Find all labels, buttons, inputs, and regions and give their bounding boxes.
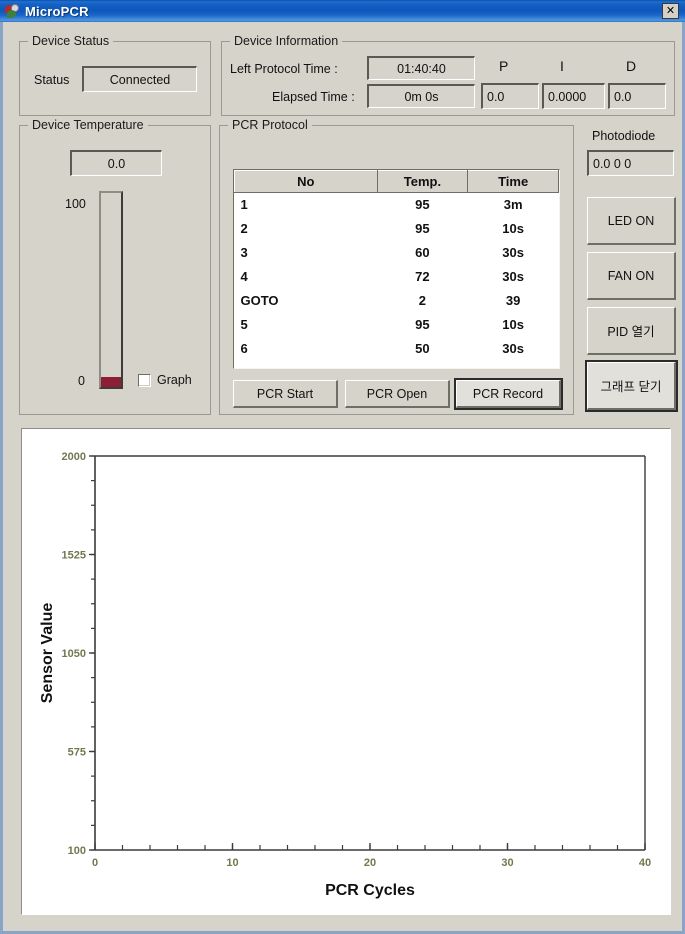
p-label: P [499,58,509,74]
pcr-protocol-legend: PCR Protocol [228,118,312,132]
svg-text:1050: 1050 [62,648,86,660]
svg-text:2000: 2000 [62,451,86,463]
gauge-min-label: 0 [78,374,85,388]
pcr-protocol-group: PCR Protocol No Temp. Time 1 95 3m 2 95 … [219,118,574,415]
table-row[interactable]: 3 60 30s [235,241,559,265]
cell-no: 4 [240,269,248,284]
close-icon[interactable]: ✕ [662,3,679,19]
p-value-field[interactable]: 0.0 [481,83,539,109]
gauge-max-label: 100 [65,197,86,211]
device-information-group: Device Information Left Protocol Time : … [221,34,675,116]
cell-temp: 2 [418,293,427,308]
cell-no: 6 [240,341,248,356]
svg-text:Sensor Value: Sensor Value [39,603,56,704]
cell-no: 3 [240,245,248,260]
graph-checkbox[interactable]: Graph [138,373,192,387]
svg-text:20: 20 [364,857,376,869]
cell-temp: 95 [415,317,430,332]
device-information-legend: Device Information [230,34,343,48]
d-value-field[interactable]: 0.0 [608,83,666,109]
window-title: MicroPCR [25,3,89,19]
title-bar: MicroPCR ✕ [0,0,685,22]
left-protocol-time-label: Left Protocol Time : [230,62,338,76]
column-header-temp[interactable]: Temp. [376,170,469,193]
column-header-time[interactable]: Time [467,170,559,193]
elapsed-time-value: 0m 0s [367,84,475,108]
table-row[interactable]: 1 95 3m [235,193,559,217]
pcr-open-button[interactable]: PCR Open [345,380,450,408]
pcr-start-button[interactable]: PCR Start [233,380,338,408]
d-label: D [626,58,637,74]
device-temperature-group: Device Temperature 0.0 100 0 Graph [19,118,211,415]
sensor-chart[interactable]: 100 575 1050 1525 2000 0 10 20 30 40 PCR Cycles Sen… [22,429,670,914]
svg-text:30: 30 [501,857,513,869]
device-status-legend: Device Status [28,34,114,48]
cell-temp: 72 [415,269,430,284]
svg-text:0: 0 [92,857,98,869]
app-icon [4,3,20,19]
table-row[interactable]: 6 50 30s [235,337,559,361]
table-body: 1 95 3m 2 95 10s 3 60 30s 4 72 30s GOTO … [235,193,559,361]
pcr-record-button[interactable]: PCR Record [454,378,563,410]
led-on-button[interactable]: LED ON [587,197,676,245]
i-value-field[interactable]: 0.0000 [542,83,605,109]
svg-text:PCR Cycles: PCR Cycles [325,882,415,899]
svg-text:575: 575 [68,747,86,759]
cell-time: 10s [502,317,524,332]
pid-open-button[interactable]: PID 열기 [587,307,676,355]
sensor-chart-panel: 100 575 1050 1525 2000 0 10 20 30 40 PCR Cycles Sen… [21,428,671,915]
fan-on-button[interactable]: FAN ON [587,252,676,300]
microcpr-window: MicroPCR ✕ Device Status Status Connecte… [0,0,685,934]
temperature-gauge-fill [101,377,121,387]
cell-no: 1 [240,197,248,213]
device-temperature-legend: Device Temperature [28,118,148,132]
cell-temp: 60 [415,245,430,260]
cell-temp: 50 [415,341,430,356]
cell-temp: 95 [415,197,430,213]
status-value-field: Connected [82,66,197,92]
table-header-row: No Temp. Time [234,170,559,193]
graph-checkbox-label: Graph [157,373,192,387]
cell-time: 39 [505,293,521,308]
elapsed-time-label: Elapsed Time : [272,90,355,104]
cell-time: 10s [502,221,524,236]
cell-time: 30s [502,269,524,284]
left-protocol-time-value: 01:40:40 [367,56,475,80]
table-row[interactable]: 5 95 10s [235,313,559,337]
cell-time: 30s [502,341,524,356]
photodiode-label: Photodiode [592,129,656,143]
cell-time: 3m [503,197,523,213]
photodiode-value-field: 0.0 0 0 [587,150,674,176]
device-status-group: Device Status Status Connected [19,34,211,116]
table-row[interactable]: 4 72 30s [235,265,559,289]
svg-text:10: 10 [226,857,238,869]
i-label: I [560,58,564,74]
temperature-gauge[interactable] [99,191,123,389]
pcr-protocol-table[interactable]: No Temp. Time 1 95 3m 2 95 10s 3 60 30s … [233,169,560,369]
cell-no: 2 [240,221,248,236]
svg-text:1525: 1525 [62,550,86,562]
cell-no: GOTO [240,293,279,308]
table-row[interactable]: GOTO 2 39 [235,289,559,313]
cell-no: 5 [240,317,248,332]
svg-text:100: 100 [68,845,86,857]
graph-checkbox-box[interactable] [138,373,151,387]
graph-close-button[interactable]: 그래프 닫기 [585,360,678,412]
cell-temp: 95 [415,221,430,236]
svg-text:40: 40 [639,857,651,869]
column-header-no[interactable]: No [234,170,378,193]
cell-time: 30s [502,245,524,260]
temperature-value-field: 0.0 [70,150,162,176]
table-row[interactable]: 2 95 10s [235,217,559,241]
status-label: Status [34,73,70,87]
